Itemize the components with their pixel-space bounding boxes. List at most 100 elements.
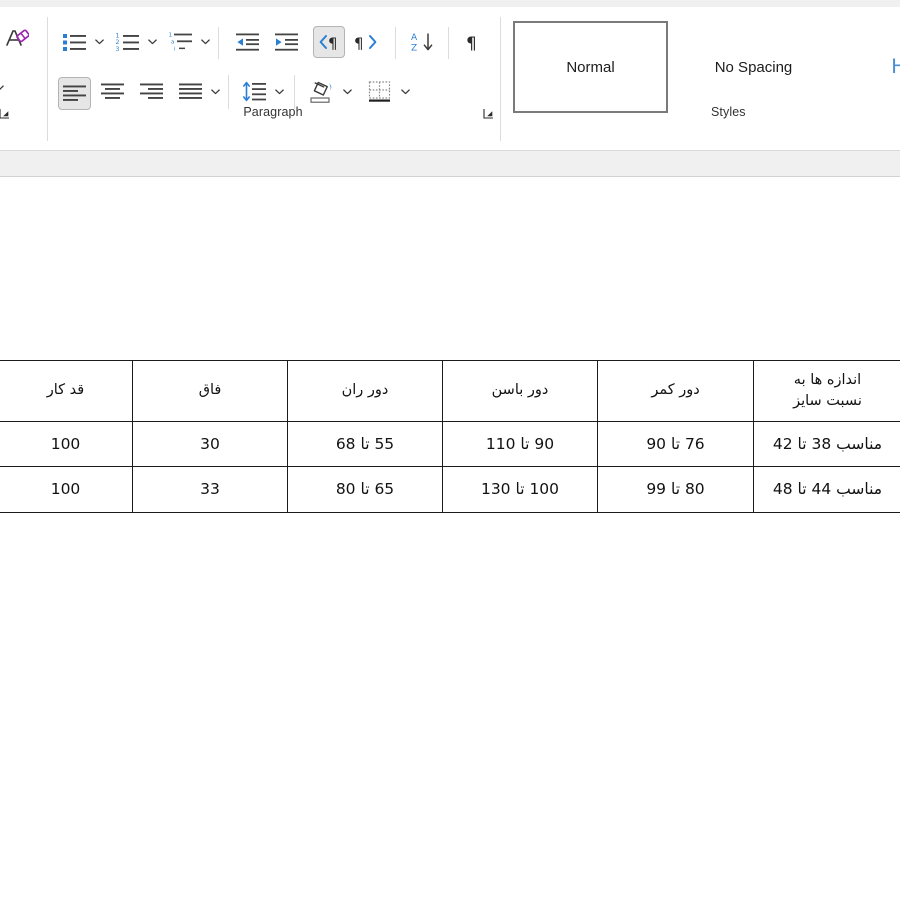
numbering-button[interactable]: 1 2 3 [113,27,143,57]
cell-size-range: مناسب 44 تا 48 [753,466,900,513]
table-header-row: اندازه ها به نسبت سایز دور کمر دور باسن … [0,360,900,422]
svg-text:¶: ¶ [466,34,477,53]
svg-text:1: 1 [169,33,173,39]
ruler-band [0,150,900,177]
shading-button[interactable] [306,75,338,109]
line-spacing-button[interactable] [240,77,270,107]
chevron-down-icon [94,39,104,45]
shading-dropdown[interactable] [340,77,354,107]
sort-az-icon: A Z [411,33,433,54]
table-row: مناسب 44 تا 48 80 تا 99 100 تا 130 65 تا… [0,466,900,513]
cell-length: 100 [0,466,133,513]
document-page[interactable]: اندازه ها به نسبت سایز دور کمر دور باسن … [0,178,900,900]
chevron-down-icon [147,39,157,45]
borders-dropdown[interactable] [398,77,412,107]
style-no-spacing-label: No Spacing [714,58,793,76]
sort-button[interactable]: A Z [408,27,438,57]
style-heading-1[interactable]: Head [839,21,900,113]
bullet-list-icon [63,34,86,51]
show-formatting-marks-button[interactable]: ¶ [458,27,488,57]
separator-align-spacing [228,75,229,109]
chevron-down-icon [210,89,220,95]
styles-group-label: Styles [711,105,746,119]
pilcrow-icon: ¶ [466,34,477,53]
paragraph-dialog-launcher[interactable] [482,107,496,121]
ribbon: 1 2 3 1 a i ¶ ¶ A Z ¶ Paragraph Normal N… [0,7,900,150]
increase-indent-icon [275,33,298,51]
svg-text:a: a [171,39,174,45]
chevron-down-icon [400,89,410,95]
rtl-text-direction-icon: ¶ [319,35,338,53]
cell-rise: 33 [132,466,288,513]
style-heading-1-label: Head [891,55,900,79]
cell-waist: 76 تا 90 [597,421,754,467]
multilevel-list-button[interactable]: 1 a i [166,27,196,57]
clear-formatting-icon [6,29,29,46]
separator-lists-indent [218,27,219,59]
left-to-right-text-direction-button[interactable]: ¶ [352,27,382,57]
svg-text:¶: ¶ [354,35,364,53]
cell-thigh: 55 تا 68 [287,421,443,467]
bullets-button[interactable] [60,27,90,57]
table-header-length: قد کار [0,360,133,422]
numbering-dropdown[interactable] [145,27,159,57]
table-header-size-ratio: اندازه ها به نسبت سایز [753,360,900,422]
multilevel-list-icon: 1 a i [169,33,192,52]
line-spacing-icon [243,81,266,102]
svg-text:¶: ¶ [328,35,338,53]
dialog-launcher-icon [483,109,493,119]
cell-length: 100 [0,421,133,467]
table-row: مناسب 38 تا 42 76 تا 90 90 تا 110 55 تا … [0,421,900,467]
font-color-dropdown[interactable] [0,73,6,103]
chevron-down-icon [0,85,4,90]
cell-hip: 90 تا 110 [442,421,598,467]
cell-size-range: مناسب 38 تا 42 [753,421,900,467]
separator-spacing-shading [294,75,295,109]
font-dialog-launcher[interactable] [0,107,12,121]
chevron-down-icon [200,39,210,45]
numbered-list-icon: 1 2 3 [116,33,139,53]
ltr-text-direction-icon: ¶ [354,35,377,53]
svg-text:Z: Z [411,44,417,54]
word-application-window: 1 2 3 1 a i ¶ ¶ A Z ¶ Paragraph Normal N… [0,0,900,900]
size-chart-table[interactable]: اندازه ها به نسبت سایز دور کمر دور باسن … [0,360,900,513]
multilevel-list-dropdown[interactable] [198,27,212,57]
style-normal-label: Normal [566,58,615,76]
justify-dropdown[interactable] [208,77,222,107]
justify-icon [179,83,202,99]
line-spacing-dropdown[interactable] [272,77,286,107]
justify-button[interactable] [176,77,206,107]
ribbon-group-font [0,7,45,150]
paragraph-group-label: Paragraph [243,105,303,119]
decrease-indent-button[interactable] [233,27,263,57]
table-header-waist: دور کمر [597,360,754,422]
cell-thigh: 65 تا 80 [287,466,443,513]
chevron-down-icon [274,89,284,95]
right-to-left-text-direction-button[interactable]: ¶ [313,26,345,58]
svg-text:3: 3 [116,46,120,53]
svg-text:A: A [411,33,418,43]
align-right-icon [140,83,163,99]
borders-button[interactable] [364,75,396,109]
separator-sort-marks [448,27,449,59]
table-header-rise: فاق [132,360,288,422]
align-center-icon [101,83,124,99]
cell-waist: 80 تا 99 [597,466,754,513]
ribbon-group-paragraph: 1 2 3 1 a i ¶ ¶ A Z ¶ Paragraph [48,7,498,150]
svg-text:i: i [174,46,176,52]
align-center-button[interactable] [98,77,128,107]
header-size-ratio-line1: اندازه ها به [793,371,862,388]
clear-all-formatting-button[interactable] [0,23,32,55]
ribbon-group-styles: Normal No Spacing Head Styles [501,7,900,150]
separator-direction-sort [395,27,396,59]
cell-rise: 30 [132,421,288,467]
dialog-launcher-icon [0,109,9,119]
style-no-spacing[interactable]: No Spacing [676,21,831,113]
borders-icon [368,81,391,102]
style-normal[interactable]: Normal [513,21,668,113]
table-header-thigh: دور ران [287,360,443,422]
bullets-dropdown[interactable] [92,27,106,57]
increase-indent-button[interactable] [272,27,302,57]
decrease-indent-icon [236,33,259,51]
align-right-button[interactable] [137,77,167,107]
